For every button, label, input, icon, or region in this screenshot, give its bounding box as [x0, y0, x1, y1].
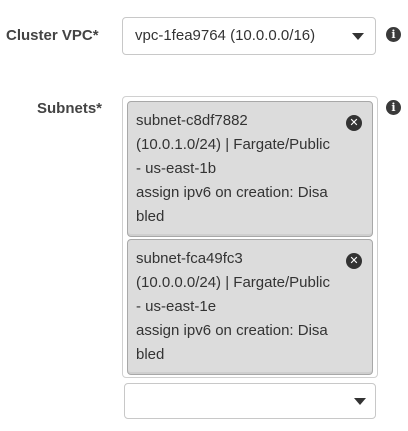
subnet-tag-line: - us-east-1e — [136, 298, 217, 315]
subnet-tag-line: bled — [136, 208, 165, 225]
subnet-tag-line: assign ipv6 on creation: Disa — [136, 184, 328, 201]
caret-down-icon — [352, 33, 364, 40]
close-circle-icon[interactable]: ✕ — [346, 253, 362, 269]
subnet-tag-line: subnet-fca49fc3 — [136, 250, 243, 267]
subnet-tag: subnet-c8df7882 (10.0.1.0/24) | Fargate/… — [127, 101, 373, 237]
subnet-tag-line: subnet-c8df7882 — [136, 112, 248, 129]
add-subnet-select[interactable] — [124, 383, 376, 419]
subnet-tag-line: (10.0.1.0/24) | Fargate/Public — [136, 136, 331, 153]
subnets-label: Subnets* — [37, 100, 103, 117]
subnet-tag-line: assign ipv6 on creation: Disa — [136, 322, 328, 339]
info-icon[interactable]: i — [386, 27, 401, 42]
close-circle-icon[interactable]: ✕ — [346, 115, 362, 131]
subnet-tag-line: bled — [136, 346, 165, 363]
subnets-multiselect[interactable]: subnet-c8df7882 (10.0.1.0/24) | Fargate/… — [122, 96, 378, 378]
caret-down-icon — [354, 398, 366, 405]
cluster-vpc-select[interactable]: vpc-1fea9764 (10.0.0.0/16) — [122, 17, 376, 55]
subnet-tag-line: (10.0.0.0/24) | Fargate/Public — [136, 274, 331, 291]
info-icon[interactable]: i — [386, 100, 401, 115]
subnet-tag: subnet-fca49fc3 (10.0.0.0/24) | Fargate/… — [127, 239, 373, 375]
cluster-vpc-value: vpc-1fea9764 (10.0.0.0/16) — [135, 27, 316, 44]
cluster-vpc-label: Cluster VPC* — [6, 27, 99, 44]
subnet-tag-line: - us-east-1b — [136, 160, 217, 177]
